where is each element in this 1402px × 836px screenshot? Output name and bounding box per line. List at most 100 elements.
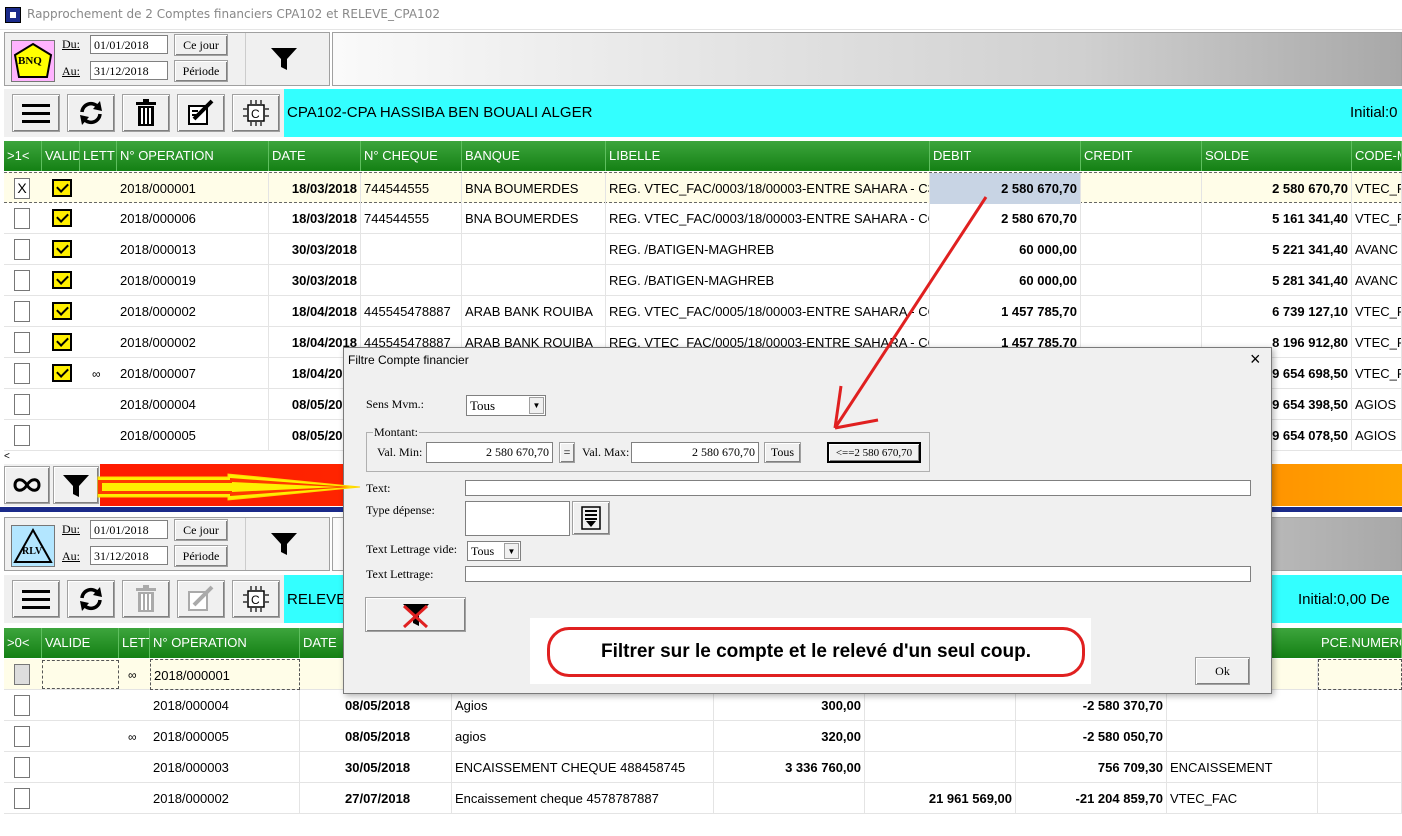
clear-filter-button[interactable] bbox=[365, 597, 466, 632]
col-lett[interactable]: LETT bbox=[119, 628, 150, 658]
col-date[interactable]: DATE bbox=[269, 141, 361, 171]
close-icon[interactable]: × bbox=[1250, 349, 1261, 369]
chevron-down-icon: ▼ bbox=[504, 543, 519, 559]
bank-logo: BNQ bbox=[11, 40, 55, 82]
table-row[interactable]: 2018/000004 08/05/2018 Agios 300,00 -2 580 3… bbox=[4, 690, 1402, 721]
text-input[interactable] bbox=[465, 480, 1251, 496]
table-row[interactable]: 2018/000003 30/05/2018 ENCAISSEMENT CHEQUE… bbox=[4, 752, 1402, 783]
row-select-checkbox[interactable] bbox=[14, 239, 30, 260]
col-cheque[interactable]: N° CHEQUE bbox=[361, 141, 462, 171]
top-toolbar: C bbox=[4, 89, 284, 137]
sens-label: Sens Mvm.: bbox=[366, 397, 425, 411]
top-refresh-button[interactable] bbox=[67, 94, 115, 132]
bottom-config-button[interactable]: C bbox=[232, 580, 280, 618]
table-row[interactable]: ∞ 2018/000005 08/05/2018 agios 320,00 -2 580 … bbox=[4, 721, 1402, 752]
table-row[interactable]: 2018/000013 30/03/2018 REG. /BATIGEN-MAGHR… bbox=[4, 234, 1402, 265]
lettrage-input[interactable] bbox=[465, 566, 1251, 582]
to-date-input[interactable]: 31/12/2018 bbox=[90, 546, 168, 565]
row-select-checkbox[interactable] bbox=[14, 270, 30, 291]
col-valide[interactable]: VALIDE bbox=[42, 628, 119, 658]
valid-checkbox[interactable] bbox=[52, 333, 72, 351]
valid-checkbox[interactable] bbox=[52, 302, 72, 320]
col-libelle[interactable]: LIBELLE bbox=[606, 141, 930, 171]
col-banque[interactable]: BANQUE bbox=[462, 141, 606, 171]
sens-select[interactable]: Tous ▼ bbox=[466, 395, 546, 416]
from-date-input[interactable]: 01/01/2018 bbox=[90, 35, 168, 54]
top-account-bar: CPA102-CPA HASSIBA BEN BOUALI ALGER Init… bbox=[284, 89, 1402, 137]
today-button[interactable]: Ce jour bbox=[174, 34, 228, 56]
top-config-button[interactable]: C bbox=[232, 94, 280, 132]
row-select-checkbox[interactable] bbox=[14, 788, 30, 809]
valid-checkbox[interactable] bbox=[52, 271, 72, 289]
equals-button[interactable]: = bbox=[559, 442, 575, 463]
row-select-checkbox[interactable] bbox=[14, 394, 30, 415]
unlimited-button[interactable] bbox=[4, 466, 50, 504]
svg-text:C: C bbox=[251, 593, 260, 607]
row-select-checkbox[interactable]: X bbox=[14, 178, 30, 199]
table-row[interactable]: 2018/000002 18/04/2018 445545478887 ARAB BA… bbox=[4, 296, 1402, 327]
valid-checkbox[interactable] bbox=[52, 240, 72, 258]
cell-debit: 300,00 bbox=[714, 690, 865, 721]
row-select-checkbox[interactable] bbox=[14, 757, 30, 778]
bottom-delete-button[interactable] bbox=[122, 580, 170, 618]
top-edit-button[interactable] bbox=[177, 94, 225, 132]
col-credit[interactable]: CREDIT bbox=[1081, 141, 1202, 171]
filter-button[interactable] bbox=[53, 466, 99, 504]
top-filter-button[interactable] bbox=[245, 33, 329, 85]
cell-libelle: REG. VTEC_FAC/0003/18/00003-ENTRE SAHARA… bbox=[606, 173, 930, 204]
ok-button[interactable]: Ok bbox=[1195, 657, 1250, 685]
bottom-refresh-button[interactable] bbox=[67, 580, 115, 618]
table-row[interactable]: 2018/000002 27/07/2018 Encaissement cheque… bbox=[4, 783, 1402, 814]
top-menu-button[interactable] bbox=[12, 94, 60, 132]
bottom-edit-button[interactable] bbox=[177, 580, 225, 618]
to-date-input[interactable]: 31/12/2018 bbox=[90, 61, 168, 80]
cell-operation: 2018/000007 bbox=[117, 358, 269, 389]
row-select-checkbox[interactable] bbox=[14, 695, 30, 716]
tous-button[interactable]: Tous bbox=[764, 442, 801, 463]
col-select[interactable]: >0< bbox=[4, 628, 42, 658]
cell-code: VTEC_FAC bbox=[1167, 783, 1318, 814]
row-select-checkbox[interactable] bbox=[14, 332, 30, 353]
to-label: Au: bbox=[62, 64, 80, 78]
col-code[interactable]: CODE-M bbox=[1352, 141, 1402, 171]
val-max-input[interactable]: 2 580 670,70 bbox=[631, 442, 759, 463]
row-select-checkbox[interactable] bbox=[14, 425, 30, 446]
scroll-left-arrow[interactable]: < bbox=[4, 452, 16, 462]
valid-checkbox[interactable] bbox=[52, 209, 72, 227]
row-select-checkbox[interactable] bbox=[14, 208, 30, 229]
col-select[interactable]: >1< bbox=[4, 141, 42, 171]
col-valid[interactable]: VALID bbox=[42, 141, 80, 171]
valid-checkbox[interactable] bbox=[52, 179, 72, 197]
trash-icon bbox=[136, 99, 156, 126]
table-row[interactable]: X 2018/000001 18/03/2018 744544555 BNA BOUME… bbox=[4, 172, 1402, 204]
col-solde[interactable]: SOLDE bbox=[1202, 141, 1352, 171]
lettrage-vide-select[interactable]: Tous ▼ bbox=[467, 541, 521, 561]
cell-operation: 2018/000003 bbox=[150, 752, 300, 783]
row-select-checkbox[interactable] bbox=[14, 301, 30, 322]
table-row[interactable]: 2018/000019 30/03/2018 REG. /BATIGEN-MAGHR… bbox=[4, 265, 1402, 296]
col-operation[interactable]: N° OPERATION bbox=[150, 628, 300, 658]
col-pce-numero[interactable]: PCE.NUMERO bbox=[1318, 628, 1402, 658]
valid-checkbox[interactable] bbox=[52, 364, 72, 382]
today-button[interactable]: Ce jour bbox=[174, 519, 228, 541]
row-select-checkbox[interactable] bbox=[14, 363, 30, 384]
bottom-filter-button[interactable] bbox=[245, 518, 329, 570]
val-min-input[interactable]: 2 580 670,70 bbox=[426, 442, 553, 463]
row-select-checkbox[interactable] bbox=[14, 726, 30, 747]
col-debit[interactable]: DEBIT bbox=[930, 141, 1081, 171]
dialog-title: Filtre Compte financier bbox=[348, 353, 469, 367]
period-button[interactable]: Période bbox=[174, 60, 228, 82]
col-lett[interactable]: LETT bbox=[80, 141, 117, 171]
period-button[interactable]: Période bbox=[174, 545, 228, 567]
table-row[interactable]: 2018/000006 18/03/2018 744544555 BNA BOUMER… bbox=[4, 203, 1402, 234]
from-date-input[interactable]: 01/01/2018 bbox=[90, 520, 168, 539]
copy-value-button[interactable]: <==2 580 670,70 bbox=[827, 442, 921, 463]
bottom-menu-button[interactable] bbox=[12, 580, 60, 618]
col-operation[interactable]: N° OPERATION bbox=[117, 141, 269, 171]
type-depense-input[interactable] bbox=[465, 501, 570, 536]
valide-cell[interactable] bbox=[42, 660, 119, 689]
type-depense-picker-button[interactable] bbox=[572, 501, 610, 535]
cell-debit[interactable]: 2 580 670,70 bbox=[930, 173, 1081, 204]
top-delete-button[interactable] bbox=[122, 94, 170, 132]
row-select-checkbox[interactable] bbox=[14, 664, 30, 685]
